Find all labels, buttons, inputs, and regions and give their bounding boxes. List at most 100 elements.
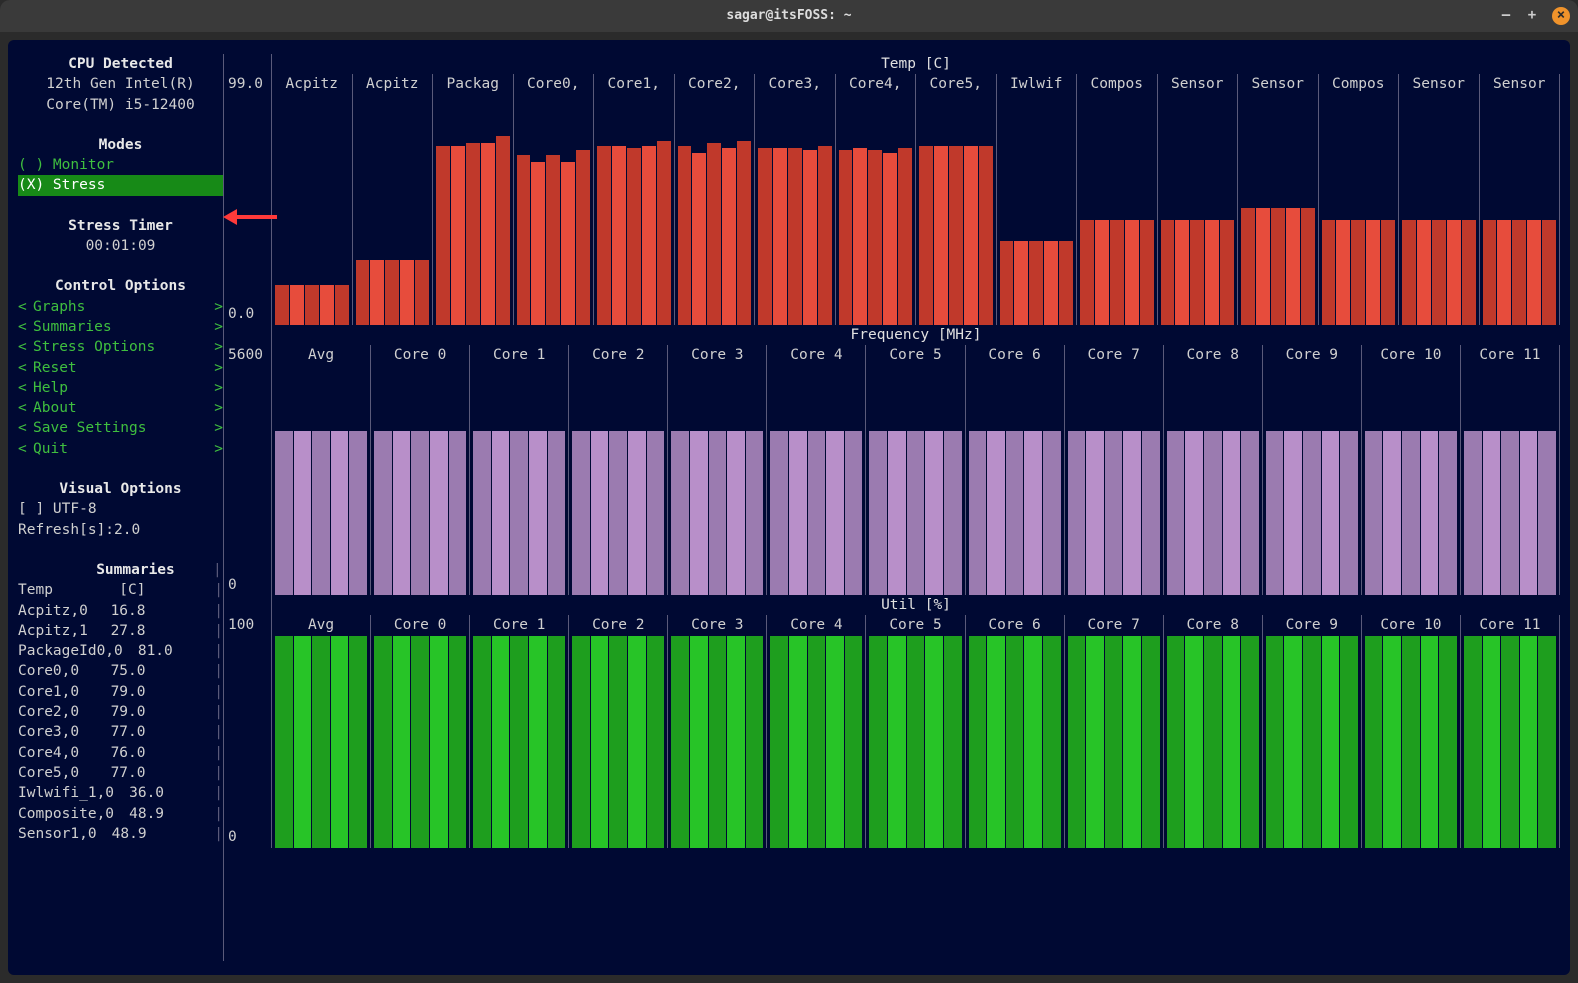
- chart-bar: [572, 636, 590, 848]
- chart-bar-group: [272, 636, 371, 848]
- utf8-toggle[interactable]: [ ] UTF-8: [18, 499, 223, 519]
- chart-bar: [1068, 636, 1086, 848]
- summary-temp-unit: [C]: [96, 580, 146, 600]
- minimize-icon[interactable]: –: [1500, 10, 1512, 22]
- chart-column-header: Core5,: [916, 74, 997, 94]
- control-option-reset[interactable]: <Reset>: [18, 358, 223, 378]
- chart-bar: [1095, 220, 1109, 325]
- chart-bar: [1086, 431, 1104, 595]
- chart-bar: [561, 162, 575, 325]
- chart-bar: [1068, 431, 1086, 595]
- summary-sensor-value: 48.9: [114, 804, 164, 824]
- chart-column-header: Core 7: [1065, 345, 1164, 365]
- chart-bar: [1340, 431, 1358, 595]
- summary-sensor-value: 79.0: [96, 702, 146, 722]
- chart-bar-group: [997, 95, 1078, 325]
- chart-bar: [393, 636, 411, 848]
- chart-bar: [1303, 431, 1321, 595]
- cpu-name-line1: 12th Gen Intel(R): [18, 74, 223, 94]
- chart-bar: [393, 431, 411, 595]
- control-option-graphs[interactable]: <Graphs>: [18, 297, 223, 317]
- chart-bar: [510, 636, 528, 848]
- control-option-about[interactable]: <About>: [18, 398, 223, 418]
- chart-bar-group: [866, 365, 965, 595]
- summary-sensor-value: 27.8: [96, 621, 146, 641]
- summary-sensor-value: 75.0: [96, 661, 146, 681]
- chart-bar: [839, 150, 853, 324]
- chart-bar: [1105, 636, 1123, 848]
- chart-bar: [1365, 636, 1383, 848]
- chart-bar: [788, 148, 802, 325]
- control-option-help[interactable]: <Help>: [18, 378, 223, 398]
- chart-bar: [1527, 220, 1541, 325]
- control-option-summaries[interactable]: <Summaries>: [18, 317, 223, 337]
- control-option-quit[interactable]: <Quit>: [18, 439, 223, 459]
- temp-chart: Temp [C] 99.0 AcpitzAcpitzPackagCore0,Co…: [224, 54, 1560, 325]
- control-option-save-settings[interactable]: <Save Settings>: [18, 418, 223, 438]
- chart-bar: [1059, 241, 1073, 325]
- chart-bar: [1125, 220, 1139, 325]
- chart-bar: [969, 431, 987, 595]
- chart-column-header: Sensor: [1480, 74, 1561, 94]
- chart-bar: [1383, 431, 1401, 595]
- chart-bar-group: [1263, 365, 1362, 595]
- chart-bar: [1271, 208, 1285, 324]
- summary-row: Core2,079.0|: [18, 702, 223, 722]
- chart-column-header: Core 6: [966, 615, 1065, 635]
- chart-column-header: Core 8: [1164, 615, 1263, 635]
- chart-bar: [436, 146, 450, 325]
- summary-row: Sensor1,048.9|: [18, 824, 223, 844]
- chart-column-header: Core 9: [1263, 345, 1362, 365]
- mode-stress[interactable]: (X) Stress: [18, 175, 223, 195]
- chart-column-header: Core 5: [866, 345, 965, 365]
- chart-bar: [430, 431, 448, 595]
- chart-bar: [987, 636, 1005, 848]
- chart-bar: [808, 636, 826, 848]
- chart-bar: [671, 636, 689, 848]
- chart-bar: [451, 146, 465, 325]
- summary-sensor-name: Sensor1,0: [18, 824, 97, 844]
- util-chart-title: Util [%]: [272, 595, 1560, 615]
- chart-bar-group: [1077, 95, 1158, 325]
- chart-bar: [1266, 431, 1284, 595]
- mode-monitor[interactable]: ( ) Monitor: [18, 155, 223, 175]
- chart-bar: [869, 636, 887, 848]
- chart-column-header: Core 2: [569, 345, 668, 365]
- chart-bar: [1402, 431, 1420, 595]
- chart-bar-group: [1399, 95, 1480, 325]
- chart-column-header: Core 4: [767, 345, 866, 365]
- chart-bar: [727, 431, 745, 595]
- chart-bar-group: [514, 95, 595, 325]
- control-option-stress-options[interactable]: <Stress Options>: [18, 337, 223, 357]
- close-icon[interactable]: ×: [1552, 7, 1570, 25]
- chart-bar: [1185, 636, 1203, 848]
- chart-bar: [1080, 220, 1094, 325]
- chart-bar: [869, 431, 887, 595]
- chart-bar: [1402, 220, 1416, 325]
- chart-bar: [1439, 431, 1457, 595]
- chart-bar: [331, 431, 349, 595]
- chart-column-header: Core 7: [1065, 615, 1164, 635]
- chart-bar: [1190, 220, 1204, 325]
- chart-bar-group: [1362, 636, 1461, 848]
- chart-bar: [517, 155, 531, 325]
- chart-bar: [1520, 636, 1538, 848]
- summary-sensor-name: Composite,0: [18, 804, 114, 824]
- maximize-icon[interactable]: +: [1526, 10, 1538, 22]
- chart-bar: [531, 162, 545, 325]
- chart-bar: [275, 285, 289, 324]
- refresh-rate[interactable]: Refresh[s]:2.0: [18, 520, 223, 540]
- chart-bar-group: [1158, 95, 1239, 325]
- chart-bar: [925, 636, 943, 848]
- chart-column-header: Sensor: [1158, 74, 1239, 94]
- chart-bar: [529, 431, 547, 595]
- chart-bar: [349, 431, 367, 595]
- chart-bar-group: [569, 636, 668, 848]
- chart-bar: [1241, 636, 1259, 848]
- chart-bar: [1086, 636, 1104, 848]
- summary-row: Iwlwifi_1,036.0|: [18, 783, 223, 803]
- summary-row: Core5,077.0|: [18, 763, 223, 783]
- temp-chart-title: Temp [C]: [272, 54, 1560, 74]
- chart-bar: [647, 636, 665, 848]
- chart-bar: [473, 431, 491, 595]
